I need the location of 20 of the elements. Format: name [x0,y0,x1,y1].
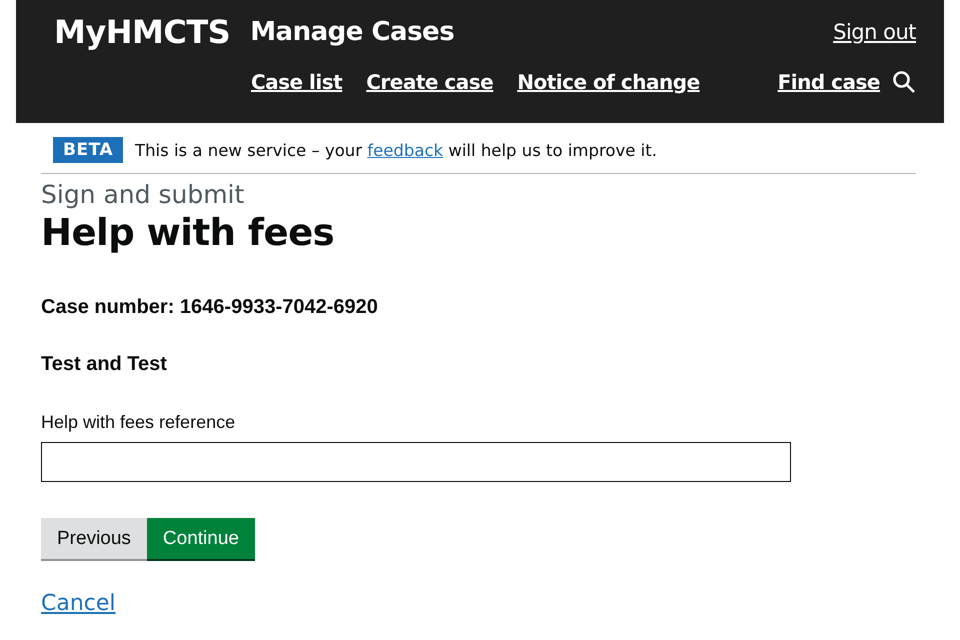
feedback-link[interactable]: feedback [367,140,444,160]
field-label: Help with fees reference [41,412,236,433]
logo-text: MyHMCTS [54,13,230,51]
continue-button[interactable]: Continue [146,518,255,561]
find-case-link[interactable]: Find case [778,70,880,94]
beta-message: This is a new service – your feedback will help us to improve it. [135,140,657,160]
cancel-link[interactable]: Cancel [41,591,116,616]
sign-out-link[interactable]: Sign out [833,20,916,44]
service-name: Manage Cases [250,17,454,47]
previous-button[interactable]: Previous [41,518,147,561]
case-number: Case number: 1646-9933-7042-6920 [41,296,379,319]
page-title: Help with fees [41,211,336,254]
nav-link[interactable]: Case list [250,70,342,94]
beta-tag: BETA [53,137,124,163]
nav-link[interactable]: Create case [366,70,494,94]
nav-link[interactable]: Notice of change [517,70,700,94]
page-caption: Sign and submit [41,180,246,209]
party-names: Test and Test [41,353,168,376]
search-icon[interactable] [892,70,916,94]
input-field[interactable] [41,442,791,482]
